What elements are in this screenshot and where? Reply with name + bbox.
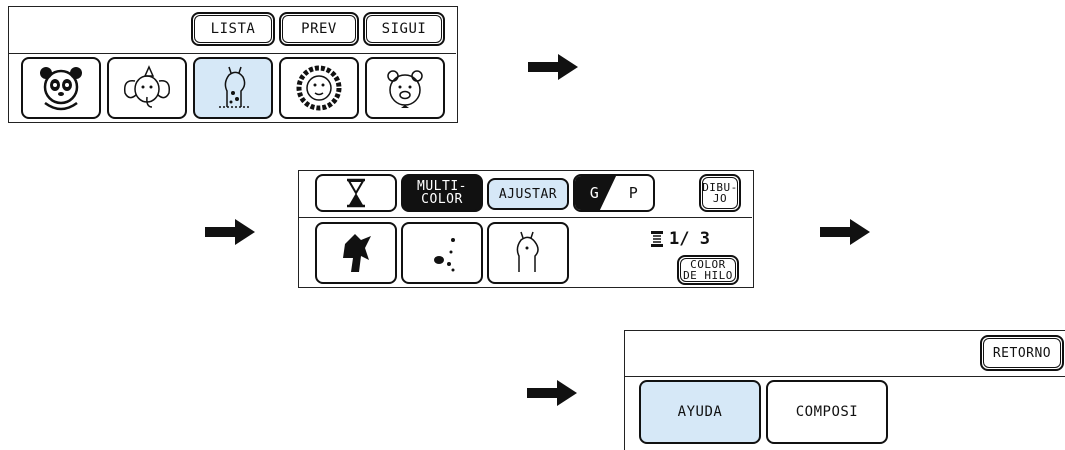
- size-toggle-button[interactable]: G P: [573, 174, 655, 212]
- retorno-button[interactable]: RETORNO: [980, 335, 1064, 371]
- lion-icon: [291, 63, 347, 113]
- sigui-button[interactable]: SIGUI: [363, 12, 445, 46]
- help-menu-panel: RETORNO AYUDA COMPOSI: [624, 330, 1065, 450]
- design-bear-button[interactable]: [365, 57, 445, 119]
- panda-icon: [33, 63, 89, 113]
- composi-button[interactable]: COMPOSI: [766, 380, 888, 444]
- multicolor-button[interactable]: MULTI- COLOR: [401, 174, 483, 212]
- arrow-right-icon: [527, 380, 577, 406]
- divider: [299, 217, 752, 218]
- bear-icon: [377, 63, 433, 113]
- design-panda-button[interactable]: [21, 57, 101, 119]
- hourglass-button[interactable]: [315, 174, 397, 212]
- design-giraffe-button[interactable]: [193, 57, 273, 119]
- divider: [9, 53, 456, 54]
- spool-icon: [651, 231, 663, 247]
- color-part-3-button[interactable]: [487, 222, 569, 284]
- giraffe-icon: [205, 63, 261, 113]
- arrow-right-icon: [820, 219, 870, 245]
- size-large-label: G: [589, 184, 600, 202]
- size-small-label: P: [628, 184, 639, 202]
- hourglass-icon: [344, 178, 368, 208]
- lista-button[interactable]: LISTA: [191, 12, 275, 46]
- giraffe-outline-icon: [503, 228, 553, 278]
- arrow-right-icon: [205, 219, 255, 245]
- design-elephant-button[interactable]: [107, 57, 187, 119]
- dibujo-button[interactable]: DIBU- JO: [699, 174, 741, 212]
- giraffe-spots-icon: [417, 228, 467, 278]
- giraffe-part-dark-icon: [331, 228, 381, 278]
- color-part-1-button[interactable]: [315, 222, 397, 284]
- color-sequence-panel: MULTI- COLOR AJUSTAR G P DIBU- JO 1/ 3 COL…: [298, 170, 754, 288]
- ajustar-button[interactable]: AJUSTAR: [487, 178, 569, 210]
- divider: [625, 376, 1065, 377]
- prev-button[interactable]: PREV: [279, 12, 359, 46]
- design-list-panel: LISTA PREV SIGUI: [8, 6, 458, 123]
- color-de-hilo-button[interactable]: COLOR DE HILO: [677, 255, 739, 285]
- thread-counter: 1/ 3: [651, 229, 710, 249]
- elephant-icon: [119, 63, 175, 113]
- arrow-right-icon: [528, 54, 578, 80]
- design-lion-button[interactable]: [279, 57, 359, 119]
- ayuda-button[interactable]: AYUDA: [639, 380, 761, 444]
- color-part-2-button[interactable]: [401, 222, 483, 284]
